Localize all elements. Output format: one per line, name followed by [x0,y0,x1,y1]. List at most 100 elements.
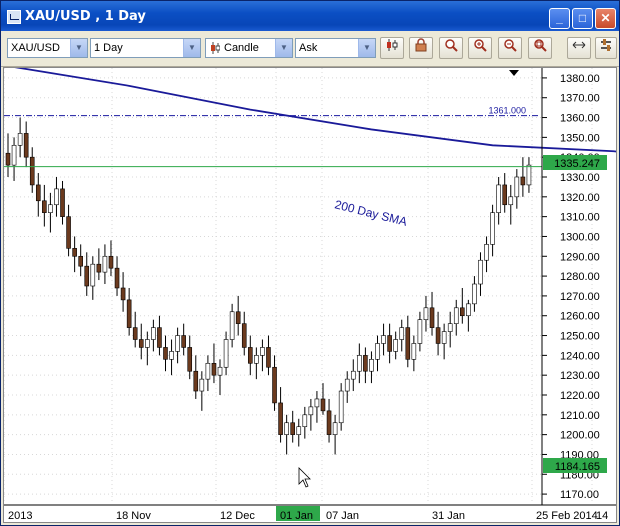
zoom-button[interactable] [439,37,463,59]
candle[interactable] [423,307,429,320]
candle[interactable] [466,303,471,317]
chart-canvas[interactable]: 1361.000 200 Day SMA 1170.001180.001190.… [3,65,620,522]
candle[interactable] [5,152,11,166]
price-side-select[interactable]: Ask ▼ [295,38,376,58]
minimize-button[interactable]: _ [549,8,570,29]
candle[interactable] [326,410,332,435]
candle[interactable] [344,378,350,392]
candle[interactable] [48,204,53,213]
candle[interactable] [526,164,532,186]
candle[interactable] [96,263,102,273]
candle[interactable] [72,248,77,257]
candle[interactable] [320,398,326,412]
candle[interactable] [217,366,223,376]
candle[interactable] [284,422,289,435]
candle[interactable] [181,335,186,348]
candle[interactable] [193,370,199,392]
candle[interactable] [417,319,423,344]
candle[interactable] [429,307,435,328]
candle[interactable] [205,362,211,380]
candle[interactable] [151,327,156,340]
candle[interactable] [132,327,138,340]
candle[interactable] [114,267,120,289]
candle[interactable] [23,133,29,158]
candle[interactable] [381,335,386,344]
candle[interactable] [54,188,59,206]
candle[interactable] [490,212,495,245]
candle[interactable] [447,323,453,332]
candle[interactable] [235,311,241,324]
candle[interactable] [508,196,514,206]
chevron-down-icon[interactable]: ▼ [275,39,292,57]
chart-settings-button[interactable] [595,37,617,59]
candle[interactable] [441,331,447,344]
candle[interactable] [278,402,283,435]
candle[interactable] [145,339,150,348]
candle[interactable] [90,263,96,287]
candle[interactable] [393,339,398,352]
candle[interactable] [405,327,411,360]
candle[interactable] [411,343,417,360]
candle[interactable] [514,176,520,198]
candle[interactable] [35,184,41,202]
candle[interactable] [78,255,83,267]
candle[interactable] [302,414,308,428]
candle[interactable] [29,156,35,186]
zoom-fit-button[interactable] [528,37,552,59]
candle[interactable] [254,355,259,364]
timeframe-select[interactable]: 1 Day ▼ [90,38,201,58]
candle[interactable] [363,355,368,372]
price-chart[interactable]: 1361.000 200 Day SMA 1170.00 1180.00 1190.… [3,65,620,523]
candle[interactable] [453,307,459,324]
candle[interactable] [375,343,380,360]
chevron-down-icon[interactable]: ▼ [183,39,200,57]
title-bar[interactable]: XAU/USD , 1 Day _ □ ✕ [1,1,619,31]
candle[interactable] [472,283,477,305]
candle[interactable] [42,200,47,213]
close-button[interactable]: ✕ [595,8,616,29]
candle[interactable] [108,255,114,269]
candle[interactable] [502,184,508,206]
candle[interactable] [478,259,483,285]
candle[interactable] [60,188,65,217]
candle[interactable] [84,265,90,287]
candle[interactable] [496,184,501,213]
zoom-in-button[interactable] [468,37,492,59]
candle[interactable] [369,359,374,372]
candle[interactable] [175,335,180,352]
candle[interactable] [66,216,71,249]
lock-button[interactable] [409,37,433,59]
candle[interactable] [223,339,229,368]
candle[interactable] [17,133,23,146]
candle[interactable] [314,398,320,408]
candle[interactable] [435,327,441,344]
zoom-out-button[interactable] [498,37,522,59]
candle[interactable] [338,390,344,424]
chart-type-select[interactable]: Candle ▼ [205,38,293,58]
candle[interactable] [157,327,162,348]
candle[interactable] [308,406,314,416]
candle[interactable] [290,422,296,435]
candle[interactable] [460,307,465,317]
scroll-marker-icon[interactable] [509,70,519,76]
candle[interactable] [332,422,338,435]
candle[interactable] [266,347,271,368]
candle[interactable] [187,347,193,372]
candle[interactable] [211,362,217,376]
candle[interactable] [520,176,526,186]
candle[interactable] [247,347,253,364]
candle[interactable] [272,366,277,404]
chevron-down-icon[interactable]: ▼ [358,39,375,57]
candle[interactable] [484,244,489,261]
candle[interactable] [387,335,392,352]
period-separator-button[interactable] [567,37,591,59]
candle[interactable] [350,370,356,380]
candle[interactable] [296,426,302,435]
candle[interactable] [199,378,205,392]
candle[interactable] [229,311,235,340]
candle[interactable] [241,323,247,348]
candle-style-button[interactable] [380,37,404,59]
maximize-button[interactable]: □ [572,8,593,29]
candle[interactable] [102,255,108,273]
candle[interactable] [11,144,17,166]
